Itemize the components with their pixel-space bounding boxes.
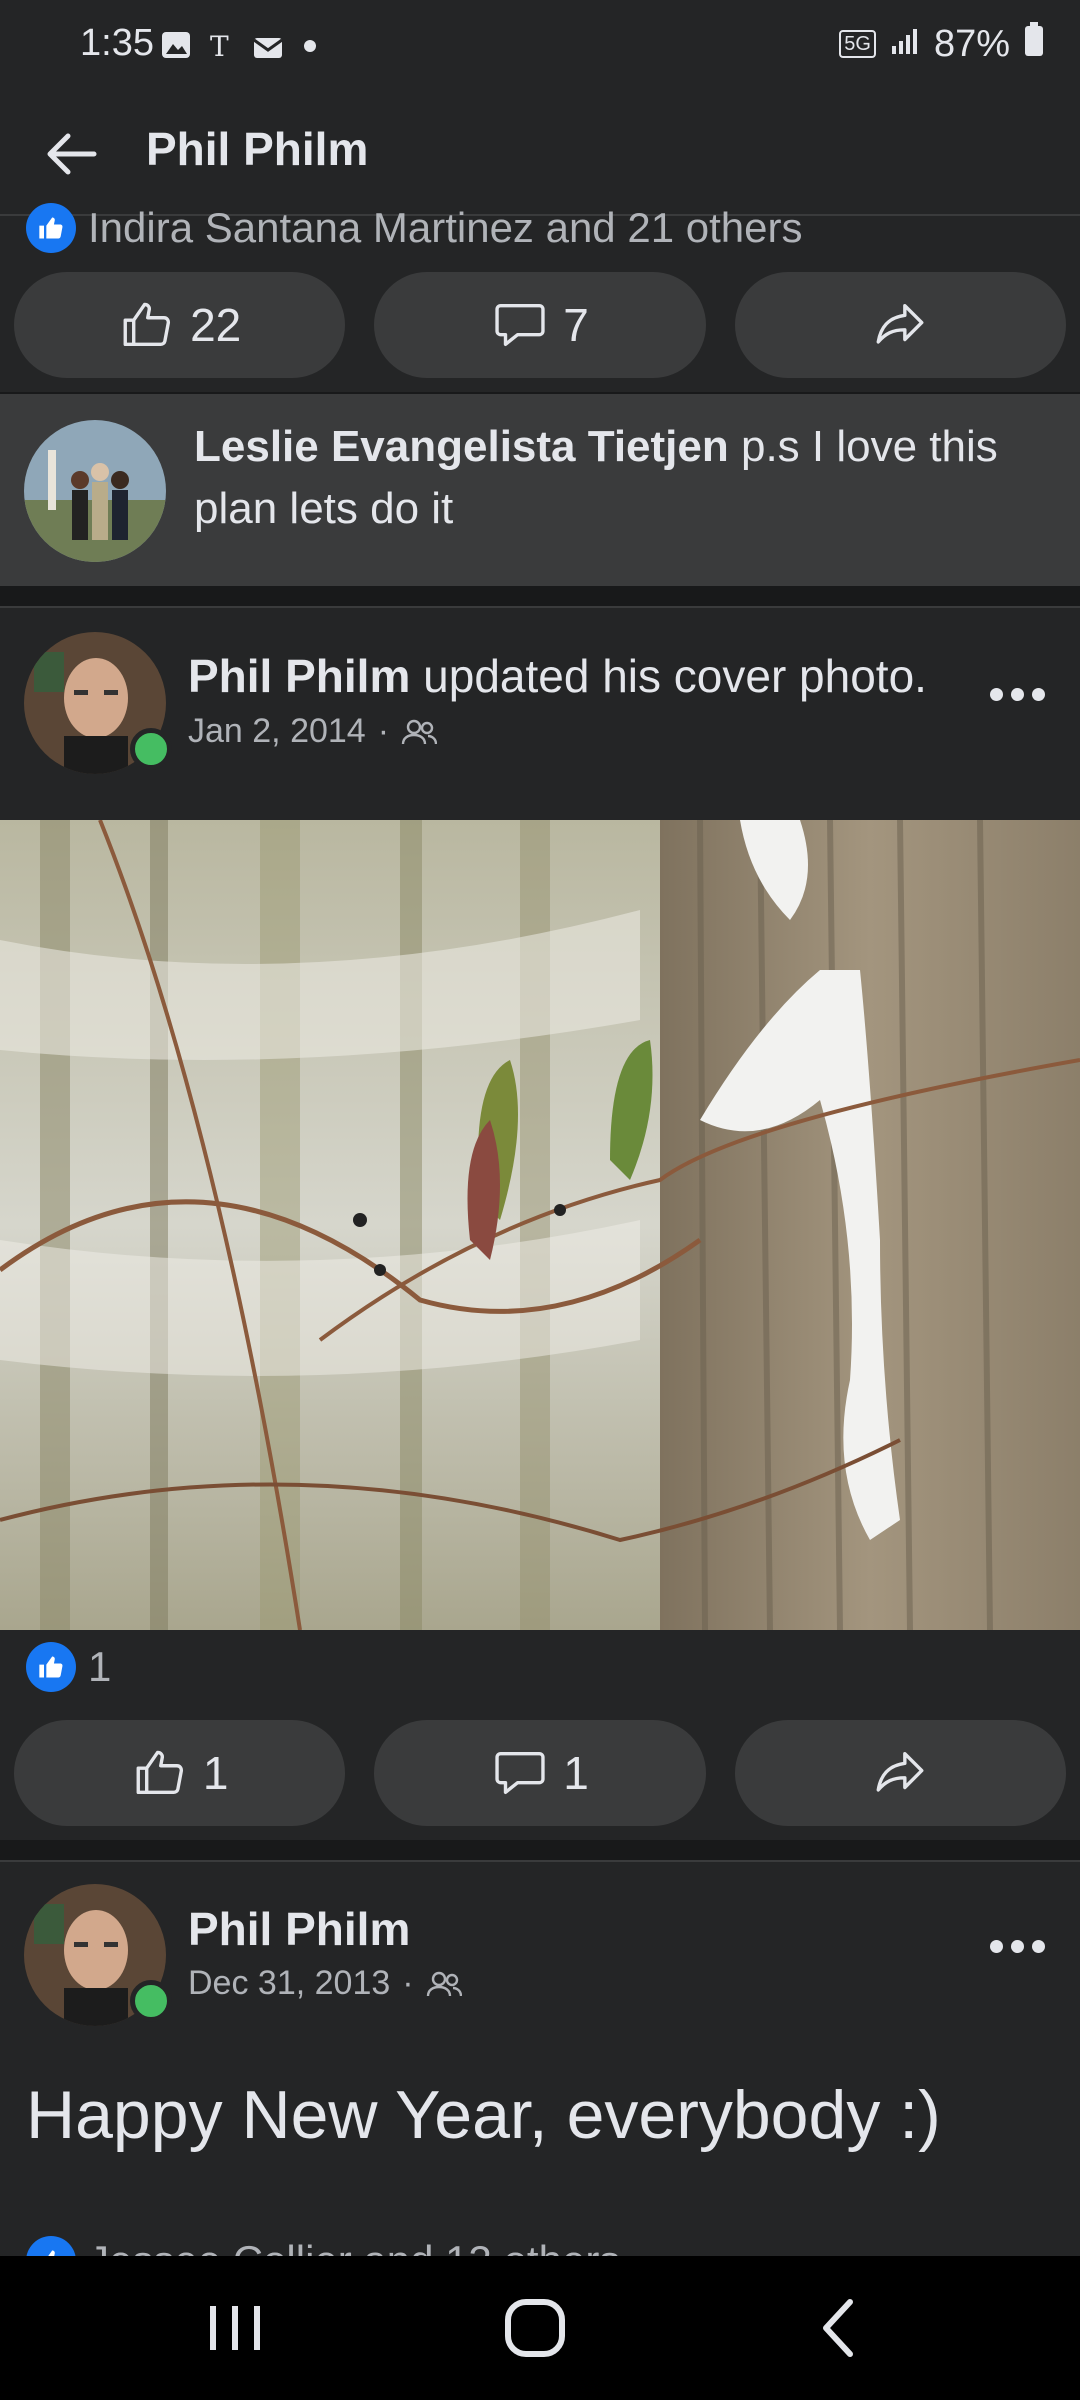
comment-author[interactable]: Leslie Evangelista Tietjen bbox=[194, 422, 729, 471]
share-button[interactable] bbox=[734, 1720, 1066, 1826]
post-2-meta: Jan 2, 2014 · bbox=[188, 712, 438, 751]
commenter-avatar[interactable] bbox=[24, 420, 166, 562]
recent-apps-icon[interactable] bbox=[200, 2300, 270, 2356]
post-2-author[interactable]: Phil Philm bbox=[188, 650, 410, 702]
share-icon bbox=[876, 303, 924, 344]
post-3-reactions-text: Jessee Collier and 13 others bbox=[88, 2237, 620, 2258]
post-2: Phil Philm updated his cover photo. Jan … bbox=[0, 606, 1080, 1840]
battery-icon bbox=[1024, 22, 1044, 66]
like-button[interactable]: 22 bbox=[14, 272, 346, 378]
separator-dot: · bbox=[377, 712, 390, 750]
cover-photo[interactable] bbox=[0, 820, 1080, 1630]
nytimes-icon: T bbox=[206, 30, 238, 63]
status-right: 5G 87% bbox=[839, 22, 1044, 66]
post-1-action-row: 22 7 bbox=[14, 272, 1066, 378]
post-1-actions-panel: Indira Santana Martinez and 21 others 22… bbox=[0, 203, 1080, 392]
comment-icon bbox=[495, 303, 545, 347]
system-navigation-bar bbox=[0, 2256, 1080, 2400]
post-2-reactions-summary[interactable]: 1 bbox=[26, 1642, 111, 1692]
post-3-meta: Dec 31, 2013 · bbox=[188, 1964, 462, 2003]
gallery-icon bbox=[160, 30, 192, 60]
friends-icon bbox=[401, 719, 438, 744]
post-3-more-options-icon[interactable] bbox=[990, 1936, 1050, 1956]
like-button[interactable]: 1 bbox=[14, 1720, 346, 1826]
signal-icon bbox=[890, 23, 920, 66]
notification-icons: T bbox=[160, 30, 330, 63]
post-3-text: Happy New Year, everybody :) bbox=[26, 2077, 941, 2153]
share-icon bbox=[876, 1751, 924, 1792]
back-arrow-icon[interactable] bbox=[40, 124, 100, 184]
status-time: 1:35 bbox=[80, 22, 154, 64]
comment-button[interactable]: 7 bbox=[374, 272, 706, 378]
mail-icon bbox=[252, 30, 284, 60]
post-3-reactions-summary[interactable]: Jessee Collier and 13 others bbox=[26, 2236, 620, 2258]
post-2-action-row: 1 1 bbox=[14, 1720, 1066, 1826]
friends-icon bbox=[426, 1971, 462, 1996]
page-title: Phil Philm bbox=[146, 123, 369, 175]
post-2-reaction-count: 1 bbox=[88, 1643, 112, 1690]
network-5g-icon: 5G bbox=[839, 30, 876, 58]
like-count: 22 bbox=[190, 299, 242, 351]
post-2-date[interactable]: Jan 2, 2014 bbox=[188, 712, 366, 751]
reactions-text: Indira Santana Martinez and 21 others bbox=[88, 204, 803, 251]
comment-icon bbox=[495, 1751, 545, 1795]
dot-icon bbox=[298, 30, 330, 60]
comment-count: 1 bbox=[563, 1747, 589, 1799]
svg-text:T: T bbox=[210, 30, 229, 60]
reactions-summary[interactable]: Indira Santana Martinez and 21 others bbox=[26, 200, 802, 256]
post-2-more-options-icon[interactable] bbox=[990, 684, 1050, 704]
online-status-indicator bbox=[130, 1980, 172, 2022]
like-reaction-icon bbox=[26, 203, 76, 253]
thumbs-up-icon bbox=[136, 1750, 183, 1795]
comment-count: 7 bbox=[563, 299, 589, 351]
post-3-date[interactable]: Dec 31, 2013 bbox=[188, 1964, 390, 2003]
share-button[interactable] bbox=[734, 272, 1066, 378]
home-icon[interactable] bbox=[500, 2296, 570, 2360]
post-3-author[interactable]: Phil Philm bbox=[188, 1902, 410, 1956]
status-bar: 1:35 T 5G 87% bbox=[0, 0, 1080, 96]
comment-block: Leslie Evangelista Tietjen p.s I love th… bbox=[0, 394, 1080, 586]
app-bar: Phil Philm bbox=[0, 96, 1080, 216]
like-reaction-icon bbox=[26, 1642, 76, 1692]
comment-body: Leslie Evangelista Tietjen p.s I love th… bbox=[194, 416, 1054, 540]
thumbs-up-icon bbox=[123, 302, 171, 347]
post-2-header-text: Phil Philm updated his cover photo. bbox=[188, 648, 968, 704]
post-3: Phil Philm Dec 31, 2013 · Happy New Year… bbox=[0, 1860, 1080, 2258]
like-reaction-icon bbox=[26, 2236, 76, 2258]
post-2-action: updated his cover photo. bbox=[410, 650, 927, 702]
online-status-indicator bbox=[130, 728, 172, 770]
like-count: 1 bbox=[202, 1747, 229, 1799]
separator-dot: · bbox=[402, 1964, 414, 2002]
back-icon[interactable] bbox=[810, 2296, 870, 2360]
battery-percent: 87% bbox=[933, 22, 1010, 65]
comment-button[interactable]: 1 bbox=[374, 1720, 706, 1826]
